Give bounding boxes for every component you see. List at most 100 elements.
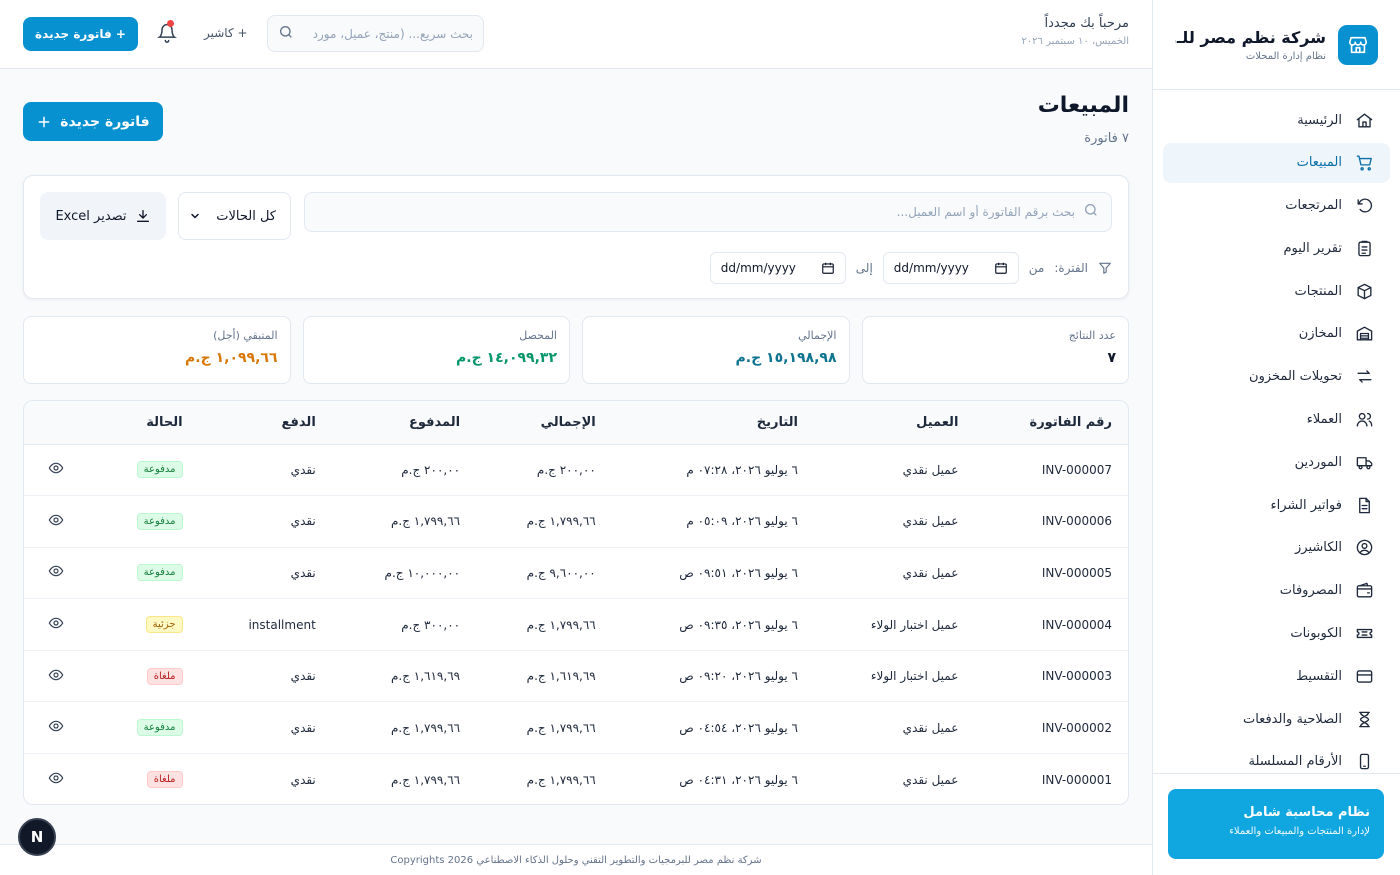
table-row[interactable]: INV-000007 عميل نقدي ٦ يوليو ٢٠٢٦، ٠٧:٢٨ م… xyxy=(24,444,1128,497)
invoice-paid: ١,٧٩٩,٦٦ ج.م xyxy=(331,701,477,755)
invoice-number[interactable]: INV-000001 xyxy=(974,754,1128,804)
sidebar-item-3[interactable]: تقرير اليوم xyxy=(1163,228,1390,268)
eye-icon xyxy=(48,720,64,732)
invoice-number[interactable]: INV-000005 xyxy=(974,547,1128,600)
invoice-total: ١,٧٩٩,٦٦ ج.م xyxy=(476,701,612,755)
view-invoice-button[interactable] xyxy=(24,495,94,548)
status-badge: مدفوعة xyxy=(136,461,183,479)
sidebar-divider xyxy=(1153,773,1400,774)
invoice-number[interactable]: INV-000006 xyxy=(974,495,1128,548)
table-row[interactable]: INV-000002 عميل نقدي ٦ يوليو ٢٠٢٦، ٠٤:٥٤ ص… xyxy=(24,701,1128,755)
invoice-paid: ١,٧٩٩,٦٦ ج.م xyxy=(390,772,461,787)
eye-icon xyxy=(48,617,64,629)
calendar-icon xyxy=(821,262,834,274)
transfer-icon xyxy=(1354,367,1374,387)
sidebar-item-9[interactable]: فواتير الشراء xyxy=(1163,485,1390,525)
invoice-number[interactable]: INV-000007 xyxy=(974,444,1128,497)
payment-method: نقدي xyxy=(198,495,332,548)
user-circle-icon xyxy=(1354,538,1374,558)
view-invoice-button[interactable] xyxy=(24,444,94,497)
footer-copyright: شركة نظم مصر للبرمجيات والتطوير التقني و… xyxy=(390,854,762,866)
view-invoice-button[interactable] xyxy=(24,547,94,600)
sidebar-item-8[interactable]: الموردين xyxy=(1163,442,1390,482)
sidebar-item-4[interactable]: المنتجات xyxy=(1163,271,1390,311)
from-label: من xyxy=(1028,261,1045,275)
stats-row: عدد النتائج ٧ الإجمالي ١٥,١٩٨,٩٨ ج.م المحصل ١… xyxy=(23,316,1129,384)
home-icon xyxy=(1354,110,1374,130)
table-row[interactable]: INV-000003 عميل اختبار الولاء ٦ يوليو ٢٠٢٦… xyxy=(24,650,1128,703)
sidebar-item-label: الرئيسية xyxy=(1297,112,1342,128)
sidebar-item-2[interactable]: المرتجعات xyxy=(1163,186,1390,226)
view-invoice-button[interactable] xyxy=(24,754,94,804)
store-icon[interactable] xyxy=(1338,24,1378,65)
table-row[interactable]: INV-000001 عميل نقدي ٦ يوليو ٢٠٢٦، ٠٤:٣١ ص… xyxy=(24,754,1128,804)
sidebar-item-label: فواتير الشراء xyxy=(1270,497,1342,513)
table-row[interactable]: INV-000004 عميل اختبار الولاء ٦ يوليو ٢٠٢٦… xyxy=(24,598,1128,651)
invoice-number[interactable]: INV-000002 xyxy=(974,701,1128,755)
eye-icon xyxy=(48,772,64,784)
view-invoice-button[interactable] xyxy=(24,650,94,703)
invoice-number[interactable]: INV-000004 xyxy=(974,598,1128,651)
invoice-date: ٦ يوليو ٢٠٢٦، ٠٤:٥٤ ص xyxy=(611,701,814,755)
sidebar-item-1[interactable]: المبيعات xyxy=(1163,142,1390,183)
invoice-search-input[interactable] xyxy=(317,205,1075,219)
table-row[interactable]: INV-000005 عميل نقدي ٦ يوليو ٢٠٢٦، ٠٩:٥١ ص… xyxy=(24,547,1128,600)
sidebar-item-13[interactable]: التقسيط xyxy=(1163,656,1390,696)
sidebar-item-6[interactable]: تحويلات المخزون xyxy=(1163,357,1390,397)
status-select[interactable]: كل الحالات xyxy=(178,192,291,240)
sidebar-item-label: تحويلات المخزون xyxy=(1249,369,1342,385)
view-invoice-button[interactable] xyxy=(24,598,94,651)
notification-dot xyxy=(167,20,174,27)
stat-label: عدد النتائج xyxy=(1068,329,1116,342)
payment-method: نقدي xyxy=(198,547,332,600)
status-badge: ملغاة xyxy=(146,771,183,789)
payment-method: نقدي xyxy=(198,444,332,497)
cart-icon xyxy=(1354,153,1374,173)
sidebar-item-7[interactable]: العملاء xyxy=(1163,400,1390,440)
undo-icon xyxy=(1354,196,1374,216)
view-invoice-button[interactable] xyxy=(24,701,94,755)
sidebar-item-label: المخازن xyxy=(1298,326,1342,342)
to-label: إلى xyxy=(855,261,873,275)
sidebar-item-11[interactable]: المصروفات xyxy=(1163,571,1390,611)
brand-name: شركة نظم مصر للـ... xyxy=(1175,27,1326,47)
search-icon xyxy=(1083,202,1099,222)
eye-icon xyxy=(48,514,64,526)
from-date-input[interactable]: dd/mm/yyyy xyxy=(882,252,1019,284)
invoice-total: ١,٦١٩,٦٩ ج.م xyxy=(476,650,612,703)
quick-search-input[interactable] xyxy=(302,26,473,41)
ticket-icon xyxy=(1354,624,1374,644)
dev-tools-badge[interactable]: N xyxy=(18,818,56,856)
promo-card: نظام محاسبة شامل لإدارة المنتجات والمبيع… xyxy=(1168,789,1384,859)
sidebar-item-10[interactable]: الكاشيرز xyxy=(1163,528,1390,568)
sidebar-item-5[interactable]: المخازن xyxy=(1163,314,1390,354)
eye-icon xyxy=(48,566,64,577)
add-cashier-link[interactable]: + كاشير xyxy=(204,26,248,40)
sidebar-item-0[interactable]: الرئيسية xyxy=(1163,100,1390,140)
new-invoice-button[interactable]: فاتورة جديدة xyxy=(23,102,163,141)
promo-subtitle: لإدارة المنتجات والمبيعات والعملاء xyxy=(1229,826,1370,837)
notifications-button[interactable] xyxy=(157,20,177,43)
export-excel-button[interactable]: تصدير Excel xyxy=(40,192,166,240)
sidebar-item-15[interactable]: الأرقام المسلسلة xyxy=(1163,742,1390,782)
invoice-paid: ١,٧٩٩,٦٦ ج.م xyxy=(331,495,477,548)
file-icon xyxy=(1354,495,1374,515)
stat-value: ١٤,٠٩٩,٣٢ ج.م xyxy=(456,350,557,366)
to-date-input[interactable]: dd/mm/yyyy xyxy=(709,252,846,284)
warehouse-icon xyxy=(1354,324,1374,344)
invoice-paid: ٢٠٠,٠٠ ج.م xyxy=(331,444,477,497)
sidebar-item-14[interactable]: الصلاحية والدفعات xyxy=(1163,699,1390,739)
filter-icon xyxy=(1099,262,1111,274)
sidebar-item-label: المصروفات xyxy=(1279,583,1342,599)
filter-card: كل الحالات تصدير Excel الفترة: من dd/mm/… xyxy=(23,175,1129,299)
customer-name: عميل نقدي xyxy=(814,444,975,497)
table-row[interactable]: INV-000006 عميل نقدي ٦ يوليو ٢٠٢٦، ٠٥:٠٩ م… xyxy=(24,495,1128,548)
status-cell: ملغاة xyxy=(94,754,199,804)
stat-card-1: الإجمالي ١٥,١٩٨,٩٨ ج.م xyxy=(582,316,850,384)
status-select-value: كل الحالات xyxy=(216,208,276,224)
header-new-invoice-button[interactable]: + فاتورة جديدة xyxy=(23,17,138,51)
status-cell: مدفوعة xyxy=(94,495,199,548)
clipboard-icon xyxy=(1354,238,1374,258)
invoice-number[interactable]: INV-000003 xyxy=(974,650,1128,703)
sidebar-item-12[interactable]: الكوبونات xyxy=(1163,614,1390,654)
